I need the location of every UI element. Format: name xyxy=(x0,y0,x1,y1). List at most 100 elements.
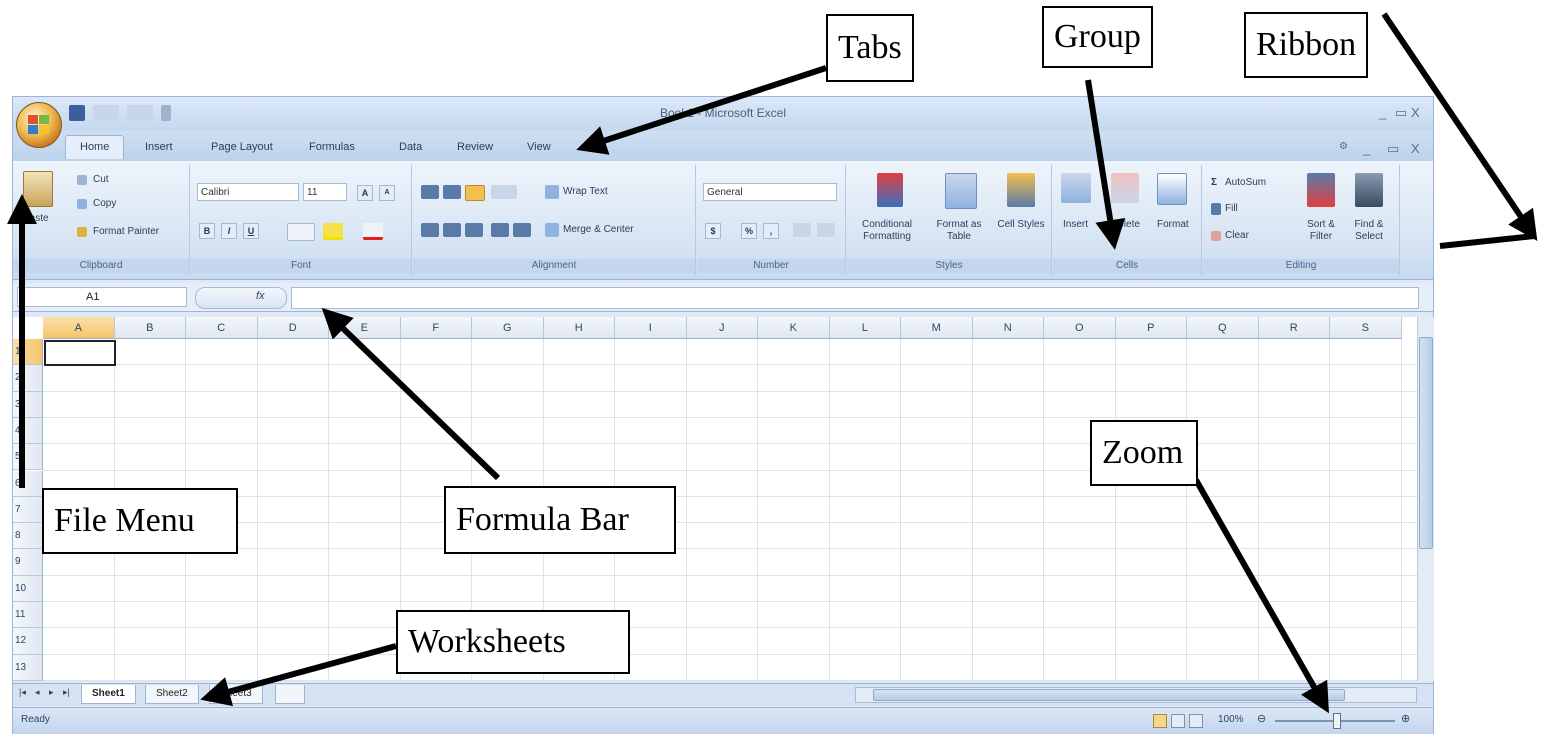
format-painter-button[interactable]: Format Painter xyxy=(93,226,159,237)
clear-button[interactable]: Clear xyxy=(1225,230,1249,241)
column-header[interactable]: E xyxy=(329,317,401,339)
column-header[interactable]: M xyxy=(901,317,973,339)
last-sheet-icon[interactable]: ▸| xyxy=(63,687,70,698)
insert-function-button[interactable]: fx xyxy=(195,287,287,309)
conditional-formatting-label[interactable]: Conditional Formatting xyxy=(853,219,921,243)
save-icon[interactable] xyxy=(69,105,85,121)
cut-button[interactable]: Cut xyxy=(93,174,109,185)
column-header[interactable]: F xyxy=(400,317,472,339)
delete-cells-icon[interactable] xyxy=(1111,173,1139,203)
column-header[interactable]: Q xyxy=(1187,317,1259,339)
increase-indent-icon[interactable] xyxy=(513,223,531,237)
cell-styles-icon[interactable] xyxy=(1007,173,1035,207)
copy-button[interactable]: Copy xyxy=(93,198,116,209)
font-size-select[interactable]: 11 xyxy=(303,183,347,201)
column-header[interactable]: N xyxy=(972,317,1044,339)
comma-button[interactable]: , xyxy=(763,223,779,239)
column-header[interactable]: I xyxy=(615,317,687,339)
column-header[interactable]: S xyxy=(1330,317,1402,339)
first-sheet-icon[interactable]: |◂ xyxy=(19,687,26,698)
maximize-button[interactable]: ▭ xyxy=(1395,105,1407,121)
workbook-minimize-button[interactable]: _ xyxy=(1363,141,1370,156)
align-right-icon[interactable] xyxy=(465,223,483,237)
middle-align-icon[interactable] xyxy=(443,185,461,199)
insert-cells-label[interactable]: Insert xyxy=(1063,219,1088,230)
zoom-level[interactable]: 100% xyxy=(1218,714,1244,725)
help-icon[interactable]: ⚙ xyxy=(1339,141,1348,152)
bold-button[interactable]: B xyxy=(199,223,215,239)
paste-icon[interactable] xyxy=(23,171,53,207)
zoom-slider-thumb[interactable] xyxy=(1333,713,1341,729)
format-cells-icon[interactable] xyxy=(1157,173,1187,205)
tab-review[interactable]: Review xyxy=(457,141,493,153)
undo-icon[interactable] xyxy=(93,105,119,121)
workbook-close-button[interactable]: X xyxy=(1411,141,1420,156)
format-as-table-icon[interactable] xyxy=(945,173,977,209)
column-header[interactable]: G xyxy=(472,317,544,339)
binoculars-icon[interactable] xyxy=(1355,173,1383,207)
row-header[interactable]: 13 xyxy=(13,654,43,681)
align-left-icon[interactable] xyxy=(421,223,439,237)
column-header[interactable]: K xyxy=(758,317,830,339)
column-header[interactable]: C xyxy=(186,317,258,339)
column-header[interactable]: H xyxy=(543,317,615,339)
tab-insert[interactable]: Insert xyxy=(145,141,173,153)
row-header[interactable]: 6 xyxy=(13,470,43,497)
next-sheet-icon[interactable]: ▸ xyxy=(49,687,54,698)
borders-icon[interactable] xyxy=(287,223,315,241)
percent-button[interactable]: % xyxy=(741,223,757,239)
workbook-restore-button[interactable]: ▭ xyxy=(1387,141,1399,157)
tab-data[interactable]: Data xyxy=(399,141,422,153)
insert-cells-icon[interactable] xyxy=(1061,173,1091,203)
delete-cells-label[interactable]: Delete xyxy=(1111,219,1140,230)
sheet-tab[interactable]: Sheet2 xyxy=(145,685,199,704)
customize-qat-icon[interactable] xyxy=(161,105,171,121)
align-center-icon[interactable] xyxy=(443,223,461,237)
font-name-select[interactable]: Calibri xyxy=(197,183,299,201)
row-header[interactable]: 9 xyxy=(13,549,43,576)
underline-button[interactable]: U xyxy=(243,223,259,239)
zoom-in-icon[interactable]: ⊕ xyxy=(1401,712,1410,725)
top-align-icon[interactable] xyxy=(421,185,439,199)
row-header[interactable]: 12 xyxy=(13,628,43,655)
row-header[interactable]: 10 xyxy=(13,575,43,602)
active-cell[interactable] xyxy=(44,340,116,367)
name-box[interactable]: A1 xyxy=(17,287,187,307)
tab-home[interactable]: Home xyxy=(65,135,125,159)
horizontal-scroll-thumb[interactable] xyxy=(873,689,1345,701)
grow-font-button[interactable]: A xyxy=(357,185,373,201)
format-as-table-label[interactable]: Format as Table xyxy=(927,219,991,243)
column-header[interactable]: B xyxy=(114,317,186,339)
row-header[interactable]: 8 xyxy=(13,523,43,550)
column-header[interactable]: A xyxy=(43,317,115,339)
find-select-label[interactable]: Find & Select xyxy=(1347,219,1391,243)
page-layout-view-icon[interactable] xyxy=(1171,714,1185,728)
row-header[interactable]: 5 xyxy=(13,444,43,471)
column-header[interactable]: O xyxy=(1044,317,1116,339)
fill-color-icon[interactable] xyxy=(323,223,343,240)
close-button[interactable]: X xyxy=(1411,105,1420,120)
wrap-text-button[interactable]: Wrap Text xyxy=(563,186,608,197)
insert-sheet-icon[interactable] xyxy=(275,685,305,704)
paste-label[interactable]: Paste xyxy=(23,213,49,224)
row-header[interactable]: 2 xyxy=(13,365,43,392)
column-header[interactable]: R xyxy=(1258,317,1330,339)
increase-decimal-icon[interactable] xyxy=(793,223,811,237)
tab-page-layout[interactable]: Page Layout xyxy=(211,141,273,153)
decrease-indent-icon[interactable] xyxy=(491,223,509,237)
row-header[interactable]: 3 xyxy=(13,391,43,418)
normal-view-icon[interactable] xyxy=(1153,714,1167,728)
format-cells-label[interactable]: Format xyxy=(1157,219,1189,230)
sort-filter-label[interactable]: Sort & Filter xyxy=(1299,219,1343,243)
column-header[interactable]: J xyxy=(686,317,758,339)
number-format-select[interactable]: General xyxy=(703,183,837,201)
merge-center-button[interactable]: Merge & Center xyxy=(563,224,634,235)
zoom-out-icon[interactable]: ⊖ xyxy=(1257,712,1266,725)
redo-icon[interactable] xyxy=(127,105,153,121)
conditional-formatting-icon[interactable] xyxy=(877,173,903,207)
font-color-icon[interactable] xyxy=(363,223,383,240)
cell-styles-label[interactable]: Cell Styles xyxy=(997,219,1045,231)
decrease-decimal-icon[interactable] xyxy=(817,223,835,237)
sheet-tab[interactable]: Sheet3 xyxy=(209,685,263,704)
sheet-tab[interactable]: Sheet1 xyxy=(81,685,136,704)
